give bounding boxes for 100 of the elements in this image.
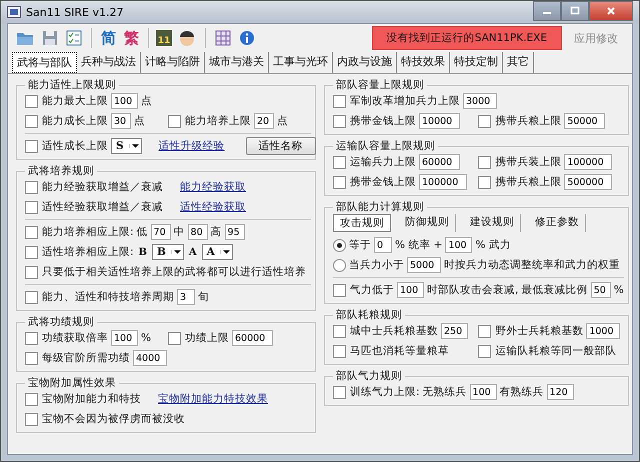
checkbox[interactable]: [478, 176, 492, 188]
checkbox-label[interactable]: 携带兵粮上限: [495, 114, 562, 128]
number-field[interactable]: 3000: [463, 93, 497, 109]
checkbox-label[interactable]: 适性经验获取增益／衰减: [42, 200, 163, 214]
number-field[interactable]: 120: [546, 384, 574, 400]
save-icon[interactable]: [40, 28, 60, 48]
number-field[interactable]: 100: [111, 93, 138, 109]
rule-tab[interactable]: 建设规则: [464, 214, 521, 232]
checkbox-label[interactable]: 军制改革增加兵力上限: [350, 94, 460, 108]
maximize-button[interactable]: [561, 1, 589, 21]
number-field[interactable]: 50: [590, 282, 611, 298]
number-field[interactable]: 100: [397, 282, 424, 298]
checklist-icon[interactable]: [64, 28, 84, 48]
checkbox[interactable]: [168, 332, 181, 344]
checkbox[interactable]: [333, 344, 346, 358]
checkbox-label[interactable]: 运输队耗粮等同一般部队: [495, 344, 616, 358]
checkbox[interactable]: [333, 284, 346, 296]
checkbox[interactable]: [333, 156, 346, 168]
checkbox[interactable]: [25, 412, 38, 426]
radio-label[interactable]: 当兵力小于: [349, 258, 404, 272]
calendar-button[interactable]: 11: [156, 30, 172, 46]
number-field[interactable]: 50000: [564, 113, 606, 129]
rule-tab[interactable]: 攻击规则: [333, 214, 391, 232]
checkbox-label[interactable]: 能力经验获取增益／衰减: [42, 180, 163, 194]
checkbox-label[interactable]: 每级官阶所需功绩: [42, 351, 130, 365]
checkbox-label[interactable]: 马匹也消耗等量粮草: [350, 344, 449, 358]
number-field[interactable]: 3: [177, 289, 195, 305]
radio-label[interactable]: 等于: [349, 238, 371, 252]
number-field[interactable]: 60000: [419, 154, 460, 170]
checkbox[interactable]: [25, 290, 38, 304]
checkbox-label[interactable]: 宝物不会因为被俘虏而被没收: [42, 412, 185, 426]
number-field[interactable]: 4000: [133, 350, 167, 366]
checkbox-label[interactable]: 携带兵粮上限: [495, 175, 562, 189]
settings-link[interactable]: 适性升级经验: [158, 139, 225, 153]
number-field[interactable]: 100000: [419, 174, 467, 190]
checkbox-label[interactable]: 能力培养相应上限:: [42, 225, 134, 239]
number-field[interactable]: 100: [445, 237, 472, 253]
checkbox[interactable]: [333, 176, 346, 188]
checkbox[interactable]: [25, 140, 38, 152]
checkbox[interactable]: [25, 352, 38, 364]
grade-dropdown[interactable]: A: [202, 244, 233, 260]
info-icon[interactable]: [237, 28, 257, 48]
tab[interactable]: 工事与光环: [269, 52, 333, 73]
number-field[interactable]: 5000: [407, 257, 441, 273]
checkbox-label[interactable]: 能力最大上限: [42, 94, 108, 108]
checkbox-label[interactable]: 携带兵装上限: [495, 155, 562, 169]
checkbox-label[interactable]: 携带金钱上限: [350, 114, 416, 128]
number-field[interactable]: 30: [111, 113, 131, 129]
checkbox-label[interactable]: 适性成长上限: [42, 139, 108, 153]
checkbox-label[interactable]: 只要低于相关适性培养上限的武将都可以进行适性培养: [42, 265, 306, 279]
grade-dropdown[interactable]: S: [111, 138, 142, 154]
tab[interactable]: 特技效果: [397, 52, 450, 73]
settings-link[interactable]: 适性经验获取: [180, 200, 246, 214]
checkbox[interactable]: [25, 226, 38, 238]
checkbox-label[interactable]: 能力、适性和特技培养周期: [42, 290, 174, 304]
checkbox-label[interactable]: 能力成长上限: [42, 114, 108, 128]
settings-link[interactable]: 能力经验获取: [180, 180, 246, 194]
checkbox-label[interactable]: 城中士兵耗粮基数: [350, 324, 438, 338]
names-button[interactable]: 适性名称: [246, 137, 316, 155]
rule-tab[interactable]: 修正参数: [529, 214, 586, 232]
checkbox[interactable]: [25, 200, 38, 214]
checkbox-label[interactable]: 运输兵力上限: [350, 155, 416, 169]
number-field[interactable]: 10000: [419, 113, 460, 129]
close-button[interactable]: [589, 1, 633, 21]
checkbox-label[interactable]: 能力培养上限: [185, 114, 251, 128]
checkbox[interactable]: [25, 266, 38, 278]
checkbox[interactable]: [333, 114, 346, 128]
tab[interactable]: 其它: [503, 52, 534, 73]
number-field[interactable]: 60000: [232, 330, 273, 346]
checkbox-label[interactable]: 功绩获取倍率: [42, 331, 108, 345]
number-field[interactable]: 250: [441, 323, 468, 339]
tab[interactable]: 武将与部队: [12, 52, 77, 73]
tab[interactable]: 兵种与战法: [77, 52, 141, 73]
checkbox-label[interactable]: 宝物附加能力和特技: [42, 392, 141, 406]
number-field[interactable]: 100000: [564, 154, 612, 170]
checkbox-label[interactable]: 训练气力上限:: [350, 385, 420, 399]
tab[interactable]: 内政与设施: [333, 52, 397, 73]
script-button[interactable]: 繁: [122, 26, 141, 50]
checkbox-label[interactable]: 野外士兵耗粮基数: [495, 324, 584, 338]
number-field[interactable]: 1000: [586, 323, 620, 339]
tab[interactable]: 城市与港关: [205, 52, 269, 73]
number-field[interactable]: 70: [150, 224, 171, 240]
checkbox[interactable]: [333, 324, 346, 338]
grid-icon[interactable]: [213, 28, 233, 48]
grade-dropdown[interactable]: B: [152, 244, 184, 260]
checkbox[interactable]: [25, 392, 38, 406]
checkbox[interactable]: [478, 156, 492, 168]
checkbox[interactable]: [333, 386, 346, 398]
number-field[interactable]: 100: [111, 330, 138, 346]
rule-tab[interactable]: 防御规则: [399, 214, 456, 232]
checkbox[interactable]: [478, 324, 492, 338]
number-field[interactable]: 20: [254, 113, 274, 129]
script-button[interactable]: 简: [99, 26, 118, 50]
checkbox[interactable]: [333, 94, 346, 108]
checkbox-label[interactable]: 气力低于: [350, 283, 394, 297]
number-field[interactable]: 500000: [564, 174, 612, 190]
tab[interactable]: 计略与陷阱: [141, 52, 205, 73]
radio-button[interactable]: [333, 238, 346, 252]
number-field[interactable]: 100: [470, 384, 497, 400]
checkbox[interactable]: [25, 332, 38, 344]
